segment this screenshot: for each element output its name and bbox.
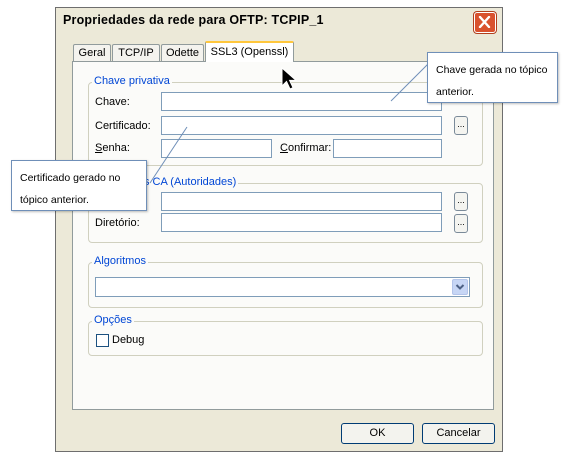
callout-certificate: Certificado gerado no tópico anterior. (11, 160, 147, 211)
callout-private-key: Chave gerada no tópico anterior. (427, 52, 558, 103)
